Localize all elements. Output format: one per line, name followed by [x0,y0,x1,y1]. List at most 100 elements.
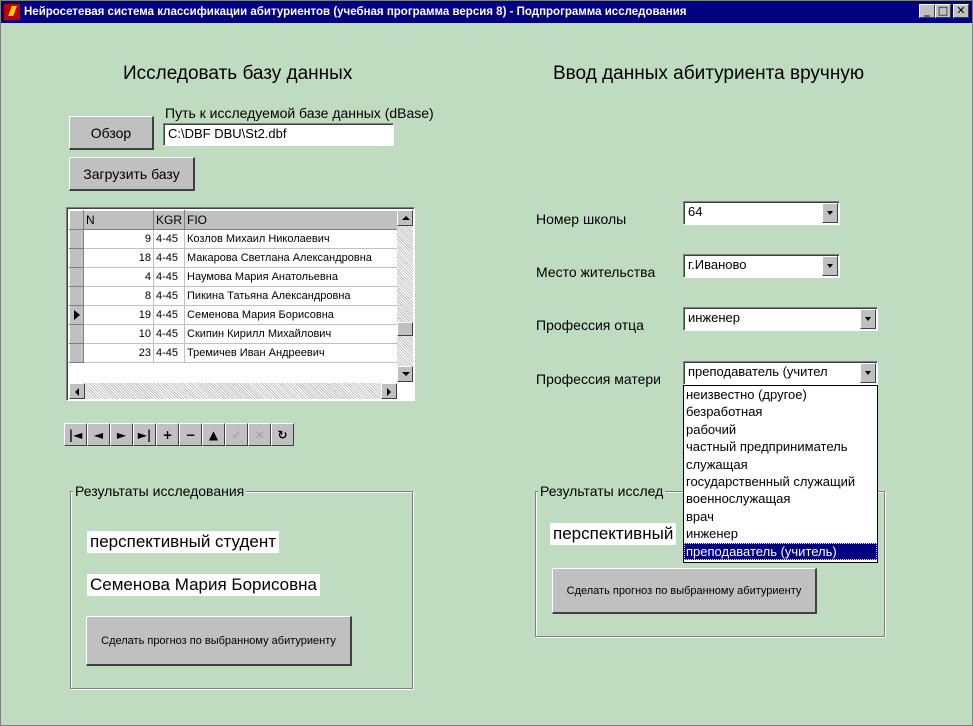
nav-last-icon[interactable]: ►| [133,423,156,446]
left-heading: Исследовать базу данных [123,63,353,84]
table-row[interactable]: 18 4-45 Макарова Светлана Александровна [69,248,406,268]
school-value: 64 [688,204,703,219]
cell-n[interactable]: 4 [83,267,154,287]
table-row[interactable]: 10 4-45 Скипин Кирилл Михайлович [69,324,406,344]
cell-kgr[interactable]: 4-45 [153,324,186,344]
mother-profession-select[interactable]: преподаватель (учител [683,361,878,385]
grid-header-row: N KGR FIO [69,210,406,230]
nav-cancel-icon[interactable]: ✕ [248,423,271,446]
option-doctor[interactable]: врач [684,508,877,525]
cell-fio[interactable]: Козлов Михаил Николаевич [184,229,406,249]
cell-kgr[interactable]: 4-45 [153,286,186,306]
cell-n[interactable]: 19 [83,305,154,325]
table-row[interactable]: 23 4-45 Тремичев Иван Андреевич [69,343,406,363]
option-military[interactable]: военнослужащая [684,490,877,507]
residence-label: Место жительства [536,264,656,280]
option-civil-servant[interactable]: государственный служащий [684,473,877,490]
cell-fio[interactable]: Семенова Мария Борисовна [184,305,406,325]
cell-kgr[interactable]: 4-45 [153,229,186,249]
cell-n[interactable]: 10 [83,324,154,344]
scroll-down-icon[interactable] [397,366,413,382]
cell-fio[interactable]: Наумова Мария Анатольевна [184,267,406,287]
scroll-up-icon[interactable] [397,210,413,226]
chevron-down-icon[interactable] [822,203,838,223]
left-class-result: перспективный студент [87,531,280,553]
window-title: Нейросетевая система классификации абиту… [24,6,687,18]
scroll-right-icon[interactable] [381,383,397,399]
option-employee[interactable]: служащая [684,456,877,473]
residence-select[interactable]: г.Иваново [683,254,840,278]
column-header-kgr[interactable]: KGR [152,210,186,230]
current-row-indicator-icon[interactable] [69,305,84,325]
scroll-thumb[interactable] [397,322,413,336]
row-indicator[interactable] [69,229,84,249]
cell-kgr[interactable]: 4-45 [153,343,186,363]
option-entrepreneur[interactable]: частный предприниматель [684,438,877,455]
main-window: Нейросетевая система классификации абиту… [0,0,973,726]
cell-n[interactable]: 18 [83,248,154,268]
grid-vertical-scrollbar[interactable] [397,210,413,382]
right-predict-button[interactable]: Сделать прогноз по выбранному абитуриент… [552,568,817,614]
cell-fio[interactable]: Тремичев Иван Андреевич [184,343,406,363]
nav-insert-icon[interactable]: + [156,423,179,446]
table-row-current[interactable]: 19 4-45 Семенова Мария Борисовна [69,305,406,325]
chevron-down-icon[interactable] [860,363,876,383]
option-engineer[interactable]: инженер [684,525,877,542]
scroll-left-icon[interactable] [69,383,85,399]
row-indicator[interactable] [69,267,84,287]
chevron-down-icon[interactable] [822,256,838,276]
column-header-n[interactable]: N [83,210,154,230]
title-bar[interactable]: Нейросетевая система классификации абиту… [1,1,972,23]
path-label: Путь к исследуемой базе данных (dBase) [165,105,434,121]
grid-corner [69,210,84,230]
nav-next-icon[interactable]: ► [110,423,133,446]
residence-value: г.Иваново [688,257,747,272]
cell-fio[interactable]: Скипин Кирилл Михайлович [184,324,406,344]
cell-n[interactable]: 9 [83,229,154,249]
option-unknown[interactable]: неизвестно (другое) [684,386,877,403]
option-unemployed[interactable]: безработная [684,403,877,420]
nav-refresh-icon[interactable]: ↻ [271,423,294,446]
cell-fio[interactable]: Макарова Светлана Александровна [184,248,406,268]
school-select[interactable]: 64 [683,201,840,225]
option-teacher-selected[interactable]: преподаватель (учитель) [684,542,877,560]
row-indicator[interactable] [69,343,84,363]
cell-kgr[interactable]: 4-45 [153,305,186,325]
mother-label: Профессия матери [536,371,661,387]
load-base-button[interactable]: Загрузить базу [69,157,195,191]
mother-profession-value: преподаватель (учител [688,364,828,379]
nav-delete-icon[interactable]: − [179,423,202,446]
row-indicator[interactable] [69,286,84,306]
father-profession-select[interactable]: инженер [683,307,878,331]
maximize-button[interactable]: □ [935,4,951,18]
option-worker[interactable]: рабочий [684,421,877,438]
nav-first-icon[interactable]: |◄ [64,423,87,446]
browse-button[interactable]: Обзор [69,116,154,150]
left-predict-button[interactable]: Сделать прогноз по выбранному абитуриент… [86,616,352,666]
close-button[interactable]: ✕ [953,4,969,18]
students-table: N KGR FIO 9 4-45 Козлов Михаил Николаеви… [69,210,406,363]
table-row[interactable]: 4 4-45 Наумова Мария Анатольевна [69,267,406,287]
row-indicator[interactable] [69,324,84,344]
mother-profession-dropdown-list[interactable]: неизвестно (другое) безработная рабочий … [683,385,878,563]
row-indicator[interactable] [69,248,84,268]
column-header-fio[interactable]: FIO [184,210,406,230]
nav-edit-icon[interactable]: ▲ [202,423,225,446]
path-input[interactable]: C:\DBF DBU\St2.dbf [163,123,394,146]
table-row[interactable]: 8 4-45 Пикина Татьяна Александровна [69,286,406,306]
cell-kgr[interactable]: 4-45 [153,267,186,287]
chevron-down-icon[interactable] [860,309,876,329]
cell-n[interactable]: 23 [83,343,154,363]
table-row[interactable]: 9 4-45 Козлов Михаил Николаевич [69,229,406,249]
cell-kgr[interactable]: 4-45 [153,248,186,268]
minimize-button[interactable]: _ [919,4,935,18]
app-icon[interactable] [4,4,20,20]
db-navigator: |◄ ◄ ► ►| + − ▲ ✓ ✕ ↻ [64,423,294,446]
cell-fio[interactable]: Пикина Татьяна Александровна [184,286,406,306]
nav-prior-icon[interactable]: ◄ [87,423,110,446]
students-grid[interactable]: N KGR FIO 9 4-45 Козлов Михаил Николаеви… [66,207,415,401]
father-label: Профессия отца [536,317,644,333]
grid-horizontal-scrollbar[interactable] [69,383,397,399]
nav-post-icon[interactable]: ✓ [225,423,248,446]
cell-n[interactable]: 8 [83,286,154,306]
